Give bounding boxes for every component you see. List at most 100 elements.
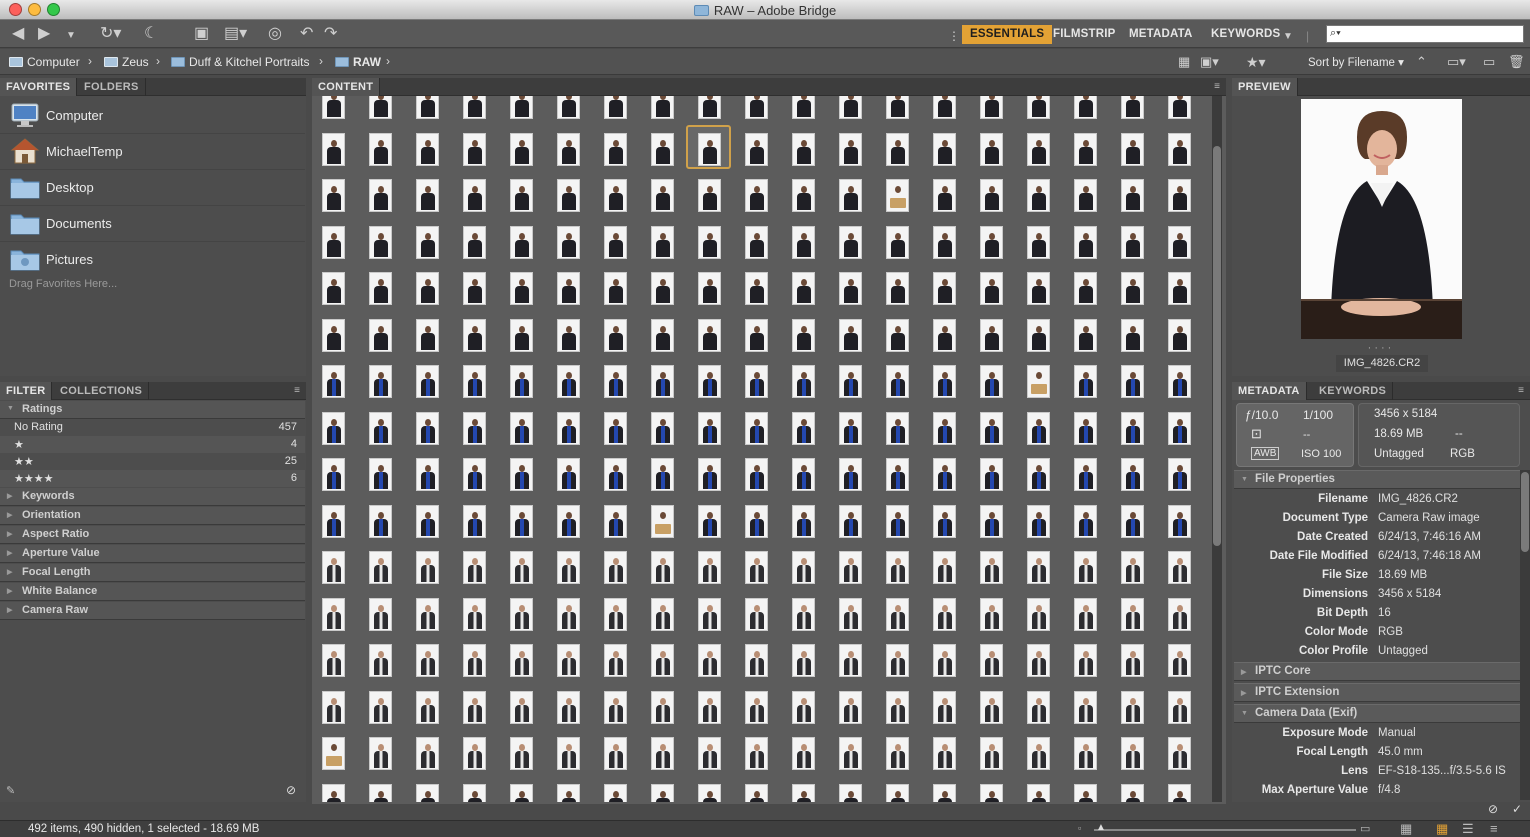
thumbnail[interactable] bbox=[886, 318, 909, 352]
thumbnail[interactable] bbox=[980, 551, 1003, 584]
thumbnail[interactable] bbox=[933, 225, 956, 259]
boomerang-icon[interactable]: ☾ bbox=[144, 25, 158, 43]
filter-keywords-header[interactable]: Keywords bbox=[0, 488, 305, 506]
tab-filter[interactable]: FILTER bbox=[0, 382, 53, 400]
thumbnail[interactable] bbox=[1121, 458, 1144, 491]
file-property-row[interactable]: File Size 18.69 MB bbox=[1236, 567, 1520, 586]
zoom-out-icon[interactable]: ▫ bbox=[1078, 823, 1081, 833]
thumbnail[interactable] bbox=[792, 551, 815, 584]
thumbnail[interactable] bbox=[839, 272, 862, 305]
thumbnail[interactable] bbox=[698, 458, 721, 491]
zoom-in-icon[interactable]: ▭ bbox=[1360, 822, 1370, 835]
thumbnail[interactable] bbox=[1121, 690, 1144, 724]
thumbnail[interactable] bbox=[1121, 411, 1144, 445]
thumbnail[interactable] bbox=[698, 132, 721, 166]
thumbnail[interactable] bbox=[463, 458, 486, 491]
panel-menu-icon[interactable]: ≡ bbox=[1214, 81, 1220, 92]
content-scroll-thumb[interactable] bbox=[1213, 146, 1221, 546]
thumbnail[interactable] bbox=[886, 737, 909, 770]
thumbnail-grid[interactable] bbox=[314, 96, 1207, 802]
thumbnail[interactable] bbox=[1121, 737, 1144, 770]
thumbnail[interactable] bbox=[322, 225, 345, 259]
thumbnail[interactable] bbox=[1074, 597, 1097, 631]
thumbnail[interactable] bbox=[510, 597, 533, 631]
thumbnail[interactable] bbox=[463, 551, 486, 584]
thumbnail[interactable] bbox=[369, 597, 392, 631]
thumbnail[interactable] bbox=[510, 365, 533, 398]
favorite-computer[interactable]: Computer bbox=[0, 98, 305, 134]
thumbnail[interactable] bbox=[792, 783, 815, 802]
thumbnail[interactable] bbox=[886, 272, 909, 305]
thumbnail[interactable] bbox=[557, 504, 580, 538]
favorite-pictures[interactable]: Pictures bbox=[0, 242, 305, 278]
file-property-row[interactable]: Filename IMG_4826.CR2 bbox=[1236, 491, 1520, 510]
thumbnail[interactable] bbox=[510, 411, 533, 445]
thumbnail[interactable] bbox=[557, 179, 580, 212]
tab-favorites[interactable]: FAVORITES bbox=[0, 78, 78, 96]
thumbnail[interactable] bbox=[886, 597, 909, 631]
thumbnail[interactable] bbox=[933, 504, 956, 538]
thumbnail[interactable] bbox=[1074, 132, 1097, 166]
thumbnail[interactable] bbox=[557, 644, 580, 677]
thumbnail[interactable] bbox=[886, 179, 909, 212]
thumbnail[interactable] bbox=[416, 458, 439, 491]
thumbnail[interactable] bbox=[745, 737, 768, 770]
thumbnail[interactable] bbox=[980, 96, 1003, 119]
thumbnail[interactable] bbox=[604, 179, 627, 212]
thumbnail[interactable] bbox=[369, 551, 392, 584]
thumbnail[interactable] bbox=[416, 597, 439, 631]
thumbnail[interactable] bbox=[604, 504, 627, 538]
thumbnail[interactable] bbox=[369, 318, 392, 352]
thumbnail[interactable] bbox=[980, 783, 1003, 802]
thumbnail[interactable] bbox=[1168, 365, 1191, 398]
view-thumbnails-icon[interactable]: ▦ bbox=[1436, 821, 1448, 837]
thumbnail[interactable] bbox=[322, 644, 345, 677]
thumbnail[interactable] bbox=[792, 737, 815, 770]
thumbnail[interactable] bbox=[1027, 504, 1050, 538]
recent-dropdown-icon[interactable]: ▼ bbox=[66, 27, 76, 45]
thumbnail[interactable] bbox=[651, 690, 674, 724]
filter-aperture-header[interactable]: Aperture Value bbox=[0, 545, 305, 563]
sort-by-filename-dropdown[interactable]: Sort by Filename ▾ bbox=[1308, 55, 1404, 69]
workspace-metadata[interactable]: METADATA bbox=[1121, 25, 1201, 44]
thumbnail[interactable] bbox=[1168, 225, 1191, 259]
thumbnail[interactable] bbox=[416, 411, 439, 445]
thumbnail[interactable] bbox=[839, 504, 862, 538]
thumbnail[interactable] bbox=[463, 504, 486, 538]
thumbnail[interactable] bbox=[933, 318, 956, 352]
file-property-row[interactable]: Date File Modified 6/24/13, 7:46:18 AM bbox=[1236, 548, 1520, 567]
thumbnail[interactable] bbox=[933, 737, 956, 770]
thumbnail[interactable] bbox=[510, 690, 533, 724]
thumbnail[interactable] bbox=[322, 783, 345, 802]
thumbnail[interactable] bbox=[463, 365, 486, 398]
workspace-menu-icon[interactable]: ▼ bbox=[1283, 28, 1293, 46]
thumbnail[interactable] bbox=[416, 783, 439, 802]
thumbnail[interactable] bbox=[886, 783, 909, 802]
back-arrow-icon[interactable]: ◀ bbox=[12, 25, 24, 43]
thumbnail[interactable] bbox=[933, 690, 956, 724]
thumbnail[interactable] bbox=[604, 411, 627, 445]
tab-content[interactable]: CONTENT bbox=[312, 78, 381, 96]
thumbnail[interactable] bbox=[698, 551, 721, 584]
filter-ratings-header[interactable]: Ratings bbox=[0, 401, 305, 419]
thumbnail[interactable] bbox=[322, 504, 345, 538]
thumbnail[interactable] bbox=[886, 551, 909, 584]
thumbnail[interactable] bbox=[980, 737, 1003, 770]
thumbnail[interactable] bbox=[933, 365, 956, 398]
thumbnail[interactable] bbox=[792, 504, 815, 538]
thumbnail[interactable] bbox=[463, 272, 486, 305]
thumbnail[interactable] bbox=[933, 411, 956, 445]
thumbnail[interactable] bbox=[1074, 225, 1097, 259]
view-list-icon[interactable]: ≡ bbox=[1490, 821, 1498, 836]
thumbnail[interactable] bbox=[322, 132, 345, 166]
thumbnail[interactable] bbox=[1168, 644, 1191, 677]
thumbnail[interactable] bbox=[1168, 737, 1191, 770]
review-mode-icon[interactable]: ▣▾ bbox=[1200, 53, 1219, 71]
thumbnail[interactable] bbox=[463, 179, 486, 212]
thumbnail[interactable] bbox=[1074, 737, 1097, 770]
thumbnail[interactable] bbox=[463, 783, 486, 802]
thumbnail[interactable] bbox=[322, 365, 345, 398]
thumbnail[interactable] bbox=[369, 644, 392, 677]
thumbnail[interactable] bbox=[604, 365, 627, 398]
camera-data-header[interactable]: Camera Data (Exif) bbox=[1234, 704, 1520, 723]
